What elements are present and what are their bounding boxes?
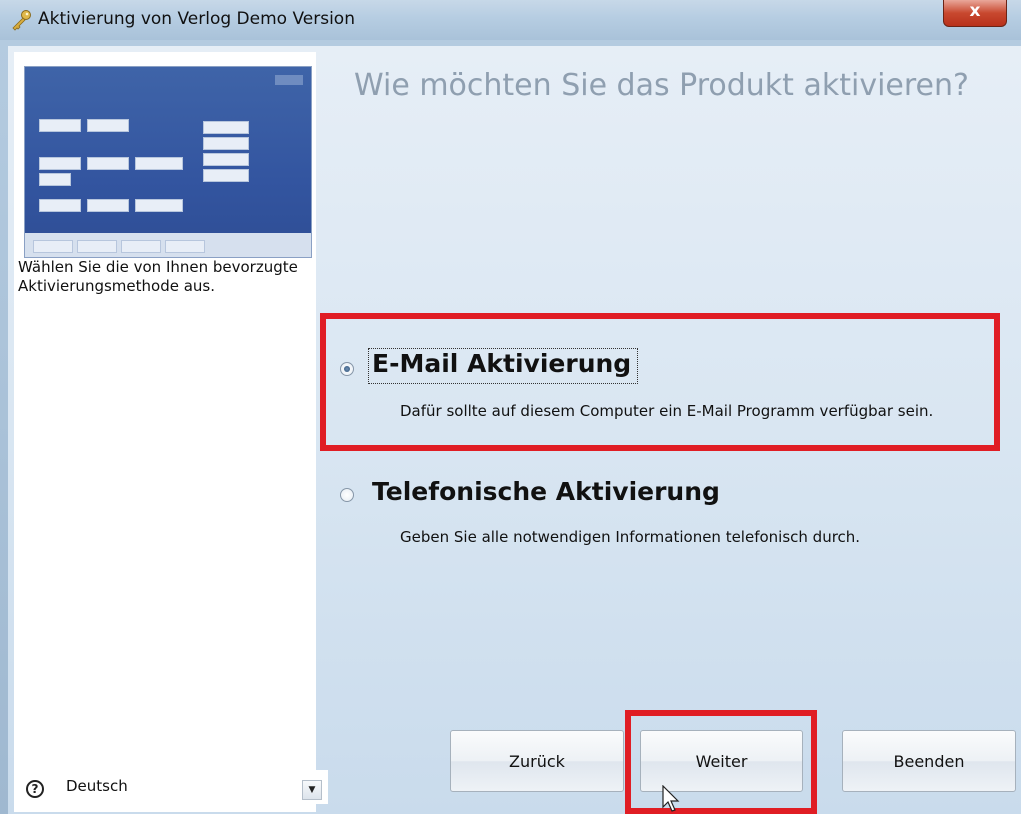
mouse-cursor-icon — [662, 785, 680, 812]
phone-activation-label[interactable]: Telefonische Aktivierung — [372, 477, 720, 506]
left-panel: Wählen Sie die von Ihnen bevorzugte Akti… — [14, 52, 316, 812]
help-icon[interactable]: ? — [26, 780, 44, 798]
window-title: Aktivierung von Verlog Demo Version — [38, 9, 355, 29]
finish-button[interactable]: Beenden — [842, 730, 1016, 792]
close-button[interactable]: x — [943, 0, 1007, 27]
back-button[interactable]: Zurück — [450, 730, 624, 792]
email-option-highlight — [320, 313, 1000, 451]
phone-activation-description: Geben Sie alle notwendigen Informationen… — [400, 528, 861, 546]
preview-logo — [275, 75, 303, 85]
phone-activation-radio[interactable] — [340, 488, 354, 502]
product-preview-image — [24, 66, 312, 258]
language-select[interactable]: Deutsch ▼ — [60, 770, 328, 804]
next-button-highlight — [625, 710, 817, 814]
title-bar: Aktivierung von Verlog Demo Version x — [0, 0, 1021, 40]
page-heading: Wie möchten Sie das Produkt aktivieren? — [354, 68, 969, 103]
language-value: Deutsch — [66, 777, 128, 795]
key-icon — [12, 10, 31, 31]
chevron-down-icon[interactable]: ▼ — [302, 780, 322, 800]
instruction-text: Wählen Sie die von Ihnen bevorzugte Akti… — [18, 258, 298, 295]
